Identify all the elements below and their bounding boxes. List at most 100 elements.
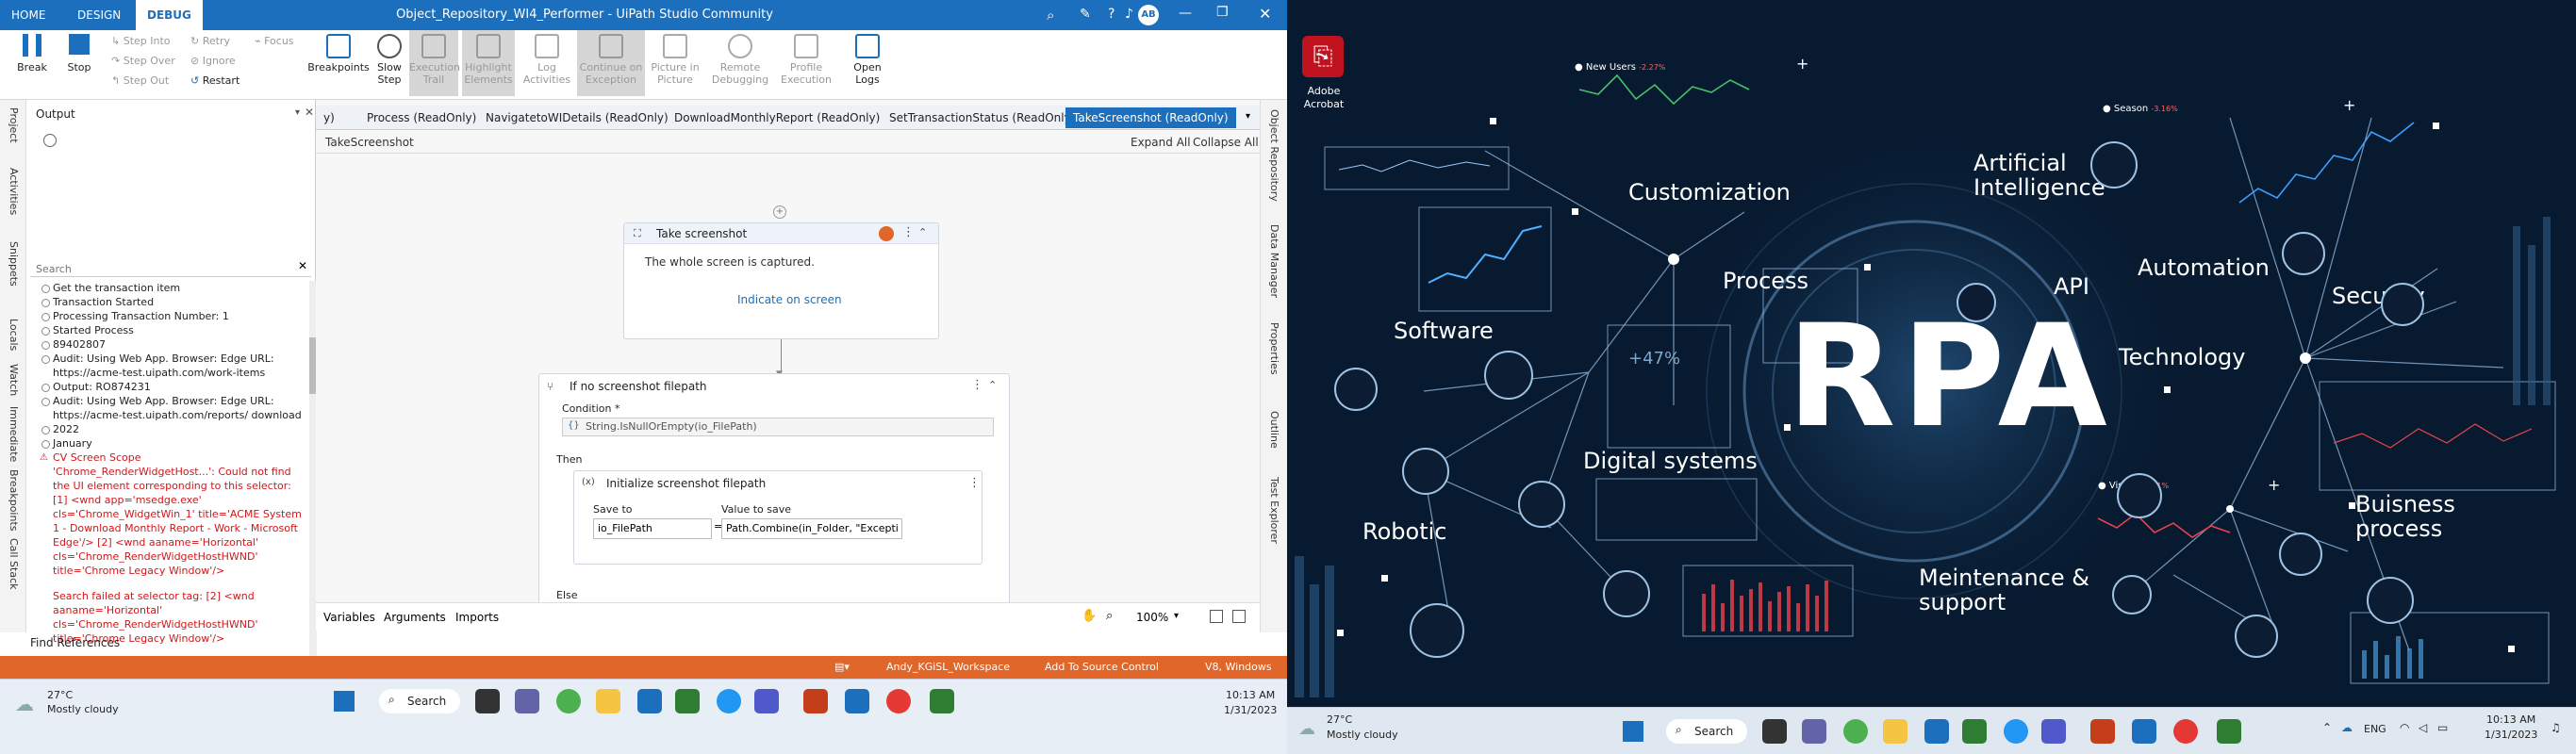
- restart-button[interactable]: ↺ Restart: [190, 74, 239, 89]
- more-options-icon[interactable]: ⋮: [968, 476, 981, 490]
- strip-tab-watch[interactable]: Watch: [8, 364, 20, 396]
- zoom-level[interactable]: 100%: [1136, 611, 1168, 624]
- uipath-studio-icon[interactable]: [2132, 719, 2156, 744]
- edge-icon[interactable]: [717, 689, 741, 713]
- acrobat-icon[interactable]: ⎘: [1302, 36, 1344, 77]
- file-explorer-icon[interactable]: [596, 689, 620, 713]
- weather-text[interactable]: Mostly cloudy: [1327, 729, 1398, 741]
- focus-button[interactable]: ⌁ Focus: [255, 34, 294, 49]
- chrome-icon[interactable]: [2173, 719, 2198, 744]
- collapse-all-link[interactable]: Collapse All: [1193, 136, 1259, 149]
- clock-icon[interactable]: [43, 134, 57, 147]
- doc-tab-partial[interactable]: y): [316, 107, 342, 128]
- strip-tab-activities[interactable]: Activities: [8, 168, 20, 215]
- notifications-icon[interactable]: ▤▾: [834, 661, 850, 673]
- collapse-icon[interactable]: ⌃: [988, 379, 997, 391]
- clear-icon[interactable]: ✕: [298, 259, 307, 272]
- weather-temp[interactable]: 27°C: [47, 689, 73, 701]
- retry-button[interactable]: ↻ Retry: [190, 34, 230, 49]
- source-control-button[interactable]: Add To Source Control: [1045, 661, 1159, 673]
- chat-icon[interactable]: [515, 689, 539, 713]
- strip-tab-snippets[interactable]: Snippets: [8, 241, 20, 287]
- powerpoint-icon[interactable]: [803, 689, 828, 713]
- doc-tab-navigate[interactable]: NavigatetoWIDetails (ReadOnly): [478, 107, 676, 128]
- powerpoint-icon[interactable]: [2090, 719, 2115, 744]
- breadcrumb[interactable]: TakeScreenshot: [325, 136, 414, 149]
- add-activity-icon[interactable]: +: [773, 205, 786, 219]
- break-button[interactable]: Break: [13, 34, 51, 74]
- strip-tab-project[interactable]: Project: [8, 107, 20, 143]
- weather-text[interactable]: Mostly cloudy: [47, 703, 119, 715]
- open-logs-button[interactable]: Open Logs: [847, 34, 888, 86]
- close-icon[interactable]: ✕: [305, 106, 314, 119]
- ignore-button[interactable]: ⊘ Ignore: [190, 54, 236, 69]
- collapse-icon[interactable]: ⌃: [918, 226, 927, 238]
- language-indicator[interactable]: ENG: [2364, 723, 2386, 735]
- task-view-icon[interactable]: [475, 689, 500, 713]
- log-line[interactable]: Get the transaction item: [30, 281, 304, 295]
- mail-icon[interactable]: [1924, 719, 1949, 744]
- stop-button[interactable]: Stop: [60, 34, 98, 74]
- fit-screen-icon[interactable]: [1210, 610, 1223, 623]
- assign-activity[interactable]: (x) Initialize screenshot filepath ⋮ Sav…: [573, 470, 983, 565]
- store-icon[interactable]: [675, 689, 700, 713]
- app-icon[interactable]: [1843, 719, 1868, 744]
- zoom-icon[interactable]: ⌕: [1106, 609, 1113, 623]
- strip-tab-test-explorer[interactable]: Test Explorer: [1268, 477, 1280, 544]
- continue-on-exception-button[interactable]: Continue on Exception: [577, 30, 645, 96]
- strip-tab-call-stack[interactable]: Call Stack: [8, 538, 20, 589]
- feedback-icon[interactable]: ✎: [1080, 7, 1091, 22]
- chevron-down-icon[interactable]: ▾: [1174, 611, 1179, 621]
- strip-tab-breakpoints[interactable]: Breakpoints: [8, 469, 20, 532]
- notification-icon[interactable]: ♪: [1125, 7, 1133, 22]
- notification-bell-icon[interactable]: ♫: [2551, 721, 2561, 734]
- avatar[interactable]: AB: [1138, 5, 1159, 25]
- output-search-input[interactable]: [30, 261, 285, 277]
- doc-tab-settransaction[interactable]: SetTransactionStatus (ReadOnly): [882, 107, 1082, 128]
- remote-debugging-button[interactable]: Remote Debugging: [707, 34, 773, 86]
- clock-date[interactable]: 1/31/2023: [2485, 729, 2537, 741]
- uipath-studio-icon[interactable]: [845, 689, 869, 713]
- assistant-icon[interactable]: [2217, 719, 2241, 744]
- battery-icon[interactable]: ▭: [2437, 721, 2448, 734]
- clock-date[interactable]: 1/31/2023: [1224, 704, 1277, 716]
- chat-icon[interactable]: [1802, 719, 1826, 744]
- highlight-elements-button[interactable]: Highlight Elements: [462, 30, 515, 96]
- tab-design[interactable]: DESIGN: [66, 0, 132, 30]
- variables-tab[interactable]: Variables: [323, 611, 375, 624]
- slow-step-button[interactable]: Slow Step: [373, 34, 405, 86]
- strip-tab-properties[interactable]: Properties: [1268, 322, 1280, 375]
- execution-trail-button[interactable]: Execution Trail: [409, 30, 460, 96]
- log-line[interactable]: 89402807: [30, 337, 304, 352]
- arguments-tab[interactable]: Arguments: [384, 611, 446, 624]
- find-references-tab[interactable]: Find References: [26, 632, 316, 656]
- doc-tab-process[interactable]: Process (ReadOnly): [359, 107, 484, 128]
- log-line[interactable]: CV Screen Scope 'Chrome_RenderWidgetHost…: [30, 451, 304, 578]
- clock-time[interactable]: 10:13 AM: [2486, 713, 2535, 726]
- log-line[interactable]: Started Process: [30, 323, 304, 337]
- log-line[interactable]: January: [30, 436, 304, 451]
- mail-icon[interactable]: [637, 689, 662, 713]
- log-line[interactable]: Processing Transaction Number: 1: [30, 309, 304, 323]
- chevron-up-icon[interactable]: ⌃: [2322, 721, 2332, 734]
- take-screenshot-activity[interactable]: ⛶ Take screenshot ⋮ ⌃ The whole screen i…: [623, 222, 939, 339]
- condition-input[interactable]: String.IsNullOrEmpty(io_FilePath): [562, 418, 994, 436]
- save-to-input[interactable]: io_FilePath: [593, 518, 712, 539]
- hand-icon[interactable]: ✋: [1082, 609, 1097, 623]
- teams-icon[interactable]: [2041, 719, 2066, 744]
- wifi-icon[interactable]: ◠: [2400, 721, 2409, 734]
- log-activities-button[interactable]: Log Activities: [520, 34, 573, 86]
- app-icon[interactable]: [556, 689, 581, 713]
- if-activity[interactable]: ⑂ If no screenshot filepath ⋮ ⌃ Conditio…: [538, 373, 1010, 602]
- store-icon[interactable]: [1962, 719, 1987, 744]
- picture-in-picture-button[interactable]: Picture in Picture: [647, 34, 703, 86]
- acrobat-label[interactable]: Adobe Acrobat: [1291, 85, 1357, 111]
- tab-debug[interactable]: DEBUG: [136, 0, 203, 30]
- windows-start-icon[interactable]: [1623, 721, 1643, 742]
- strip-tab-object-repository[interactable]: Object Repository: [1268, 109, 1280, 202]
- restore-icon[interactable]: ❐: [1216, 5, 1229, 20]
- doc-tab-download[interactable]: DownloadMonthlyReport (ReadOnly): [667, 107, 887, 128]
- value-input[interactable]: Path.Combine(in_Folder, "Excepti: [721, 518, 902, 539]
- strip-tab-immediate[interactable]: Immediate: [8, 406, 20, 462]
- log-line[interactable]: Output: RO874231: [30, 380, 304, 394]
